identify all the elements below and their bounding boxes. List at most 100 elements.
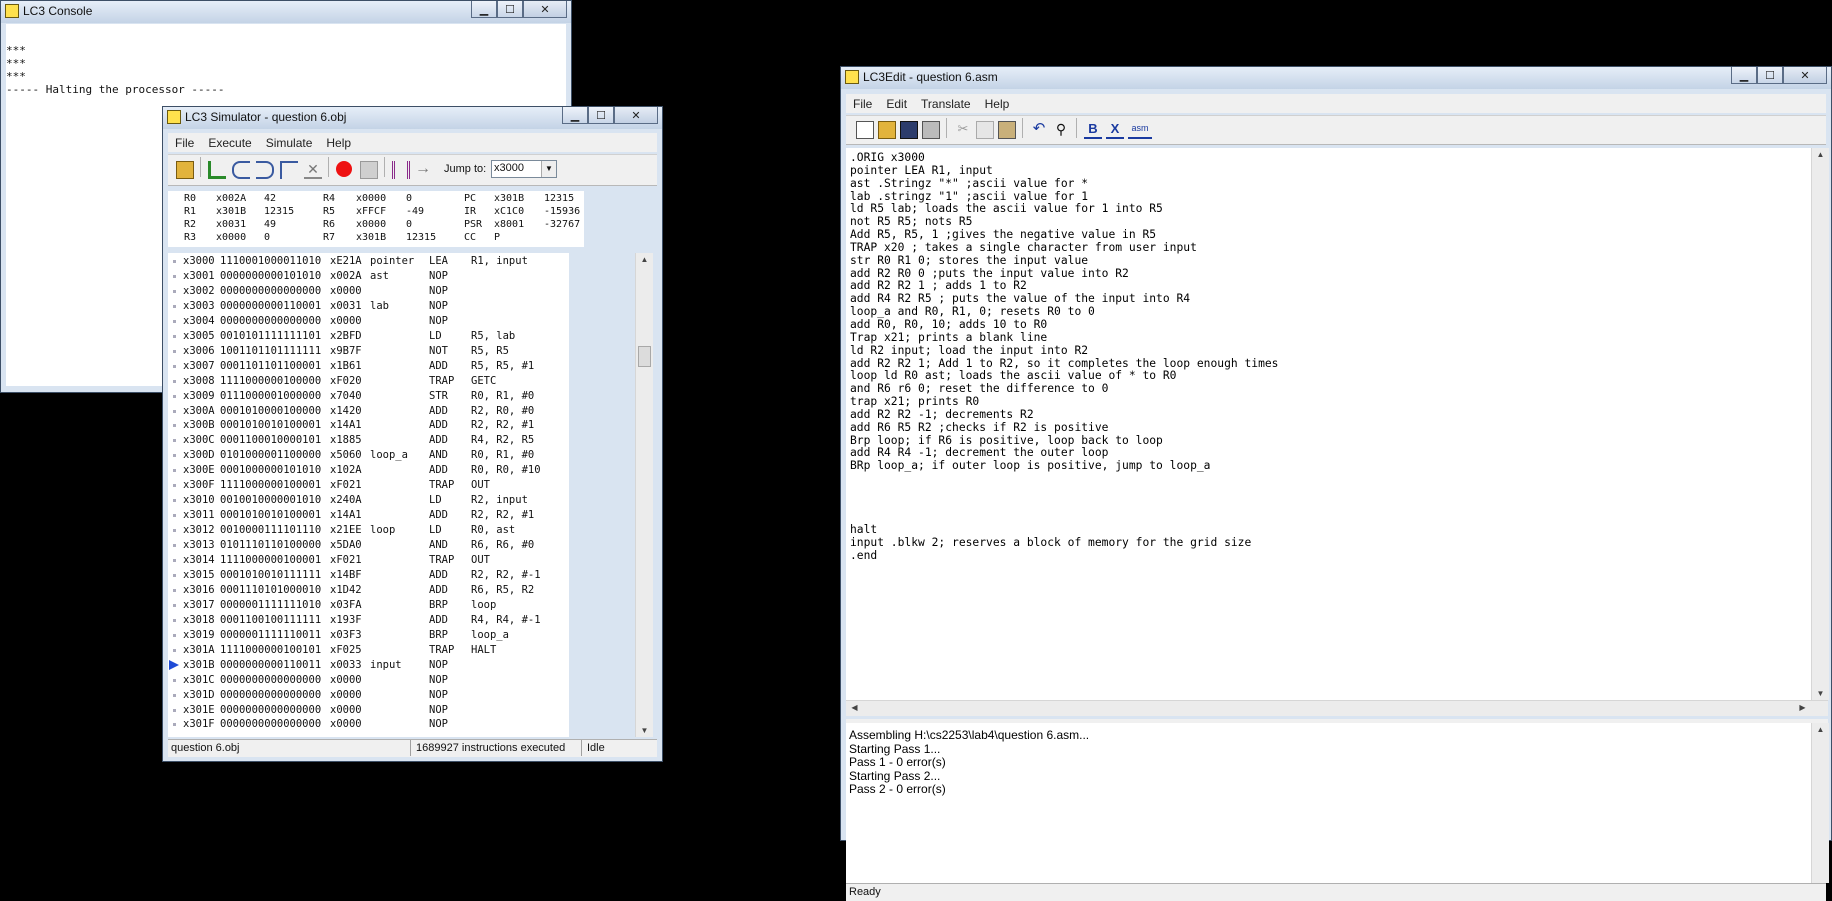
console-titlebar[interactable]: LC3 Console ▁ ☐ ✕: [1, 1, 571, 23]
set-value-icon[interactable]: [360, 161, 378, 179]
menu-help[interactable]: Help: [319, 136, 358, 150]
memory-row[interactable]: x3009 0111000001000000 x7040 STR R0, R1, #0: [168, 389, 569, 403]
breakpoint-slot-icon[interactable]: [173, 723, 176, 727]
memory-row[interactable]: x3002 0000000000000000 x0000 NOP: [168, 284, 569, 298]
register-cell[interactable]: P: [494, 232, 500, 243]
breakpoint-slot-icon[interactable]: [173, 633, 176, 637]
memory-row[interactable]: x3004 0000000000000000 x0000 NOP: [168, 314, 569, 328]
register-cell[interactable]: x0000: [216, 232, 246, 243]
output-pane[interactable]: Assembling H:\cs2253\lab4\question 6.asm…: [846, 723, 1811, 883]
memory-row[interactable]: x3014 1111000000100001 xF021 TRAP OUT: [168, 553, 569, 567]
output-vscroll[interactable]: ▲: [1811, 723, 1829, 883]
memory-row[interactable]: x3007 0001101101100001 x1B61 ADD R5, R5, #1: [168, 359, 569, 373]
memory-row[interactable]: x3019 0000001111110011 x03F3 BRP loop_a: [168, 628, 569, 642]
breakpoint-slot-icon[interactable]: [173, 274, 176, 278]
close-icon[interactable]: ✕: [523, 1, 567, 18]
breakpoint-slot-icon[interactable]: [173, 618, 176, 622]
register-cell[interactable]: xFFCF: [356, 206, 386, 217]
scroll-left-icon[interactable]: ◀: [846, 703, 863, 712]
menu-edit[interactable]: Edit: [879, 97, 914, 111]
print-icon[interactable]: [922, 121, 940, 139]
memory-row[interactable]: x3018 0001100100111111 x193F ADD R4, R4, #-1: [168, 613, 569, 627]
memory-row[interactable]: x300E 0001000000101010 x102A ADD R0, R0, #10: [168, 463, 569, 477]
memory-row[interactable]: x3003 0000000000110001 x0031 lab NOP: [168, 299, 569, 313]
register-cell[interactable]: xC1C0: [494, 206, 524, 217]
breakpoint-slot-icon[interactable]: [173, 648, 176, 652]
memory-row[interactable]: x3011 0001010010100001 x14A1 ADD R2, R2, #1: [168, 508, 569, 522]
breakpoint-slot-icon[interactable]: [173, 559, 176, 562]
scroll-right-icon[interactable]: ▶: [1794, 703, 1811, 712]
paste-icon[interactable]: [998, 121, 1016, 139]
stop-icon[interactable]: ✕: [304, 161, 322, 179]
step-out-icon[interactable]: [280, 161, 298, 179]
memory-row[interactable]: x3001 0000000000101010 x002A ast NOP: [168, 269, 569, 283]
menu-simulate[interactable]: Simulate: [259, 136, 320, 150]
goto-arrow-icon[interactable]: →: [414, 161, 432, 179]
register-cell[interactable]: x0031: [216, 219, 246, 230]
scroll-up-icon[interactable]: ▲: [1812, 725, 1829, 734]
breakpoint-slot-icon[interactable]: [173, 484, 176, 488]
editor-hscroll[interactable]: ◀ ▶: [846, 700, 1828, 716]
memory-row[interactable]: x3010 0010010000001010 x240A LD R2, input: [168, 493, 569, 507]
run-icon[interactable]: [208, 161, 226, 179]
register-cell[interactable]: x8001: [494, 219, 524, 230]
breakpoint-slot-icon[interactable]: [173, 469, 176, 473]
memory-row[interactable]: x3016 0001110101000010 x1D42 ADD R6, R5, R2: [168, 583, 569, 597]
maximize-icon[interactable]: ☐: [497, 1, 523, 18]
step-over-icon[interactable]: [232, 161, 250, 179]
memory-view[interactable]: x3000 1110001000011010 xE21A pointer LEA R1, …: [168, 253, 569, 737]
memory-row[interactable]: x3013 0101110110100000 x5DA0 AND R6, R6, #0: [168, 538, 569, 552]
minimize-icon[interactable]: ▁: [1731, 67, 1757, 84]
register-cell[interactable]: x301B: [494, 193, 524, 204]
breakpoint-slot-icon[interactable]: [173, 394, 176, 398]
register-cell[interactable]: x301B: [356, 232, 386, 243]
memory-row[interactable]: x3017 0000001111111010 x03FA BRP loop: [168, 598, 569, 612]
chevron-down-icon[interactable]: ▼: [541, 161, 556, 177]
breakpoint-slot-icon[interactable]: [173, 514, 176, 518]
memory-row[interactable]: x301F 0000000000000000 x0000 NOP: [168, 717, 569, 731]
memory-scrollbar[interactable]: ▲ ▼: [635, 253, 653, 737]
breakpoint-slot-icon[interactable]: [173, 499, 176, 503]
memory-row[interactable]: x3015 0001010010111111 x14BF ADD R2, R2, #-1: [168, 568, 569, 582]
breakpoint-slot-icon[interactable]: [173, 349, 176, 353]
memory-scroll-thumb[interactable]: [638, 346, 651, 367]
minimize-icon[interactable]: ▁: [562, 107, 588, 124]
cut-icon[interactable]: ✂: [954, 121, 972, 139]
menu-translate[interactable]: Translate: [914, 97, 978, 111]
simulator-titlebar[interactable]: LC3 Simulator - question 6.obj ▁ ☐ ✕: [163, 107, 662, 129]
register-cell[interactable]: x0000: [356, 193, 386, 204]
memory-row[interactable]: x3006 1001101101111111 x9B7F NOT R5, R5: [168, 344, 569, 358]
breakpoint-slot-icon[interactable]: [173, 424, 176, 428]
memory-row[interactable]: x301B 0000000000110011 x0033 input NOP: [168, 658, 569, 672]
breakpoint-slot-icon[interactable]: [173, 304, 176, 308]
scroll-down-icon[interactable]: ▼: [636, 726, 653, 735]
open-file-icon[interactable]: [878, 121, 896, 139]
pc-arrow-icon[interactable]: [169, 659, 179, 670]
register-cell[interactable]: x0000: [356, 219, 386, 230]
minimize-icon[interactable]: ▁: [471, 1, 497, 18]
register-cell[interactable]: x301B: [216, 206, 246, 217]
breakpoint-slot-icon[interactable]: [173, 364, 176, 368]
memory-row[interactable]: x3012 0010000111101110 x21EE loop LD R0, ast: [168, 523, 569, 537]
assemble-asm-icon[interactable]: asm: [1128, 121, 1152, 139]
memory-row[interactable]: x3000 1110001000011010 xE21A pointer LEA R1, …: [168, 254, 569, 268]
breakpoint-slot-icon[interactable]: [173, 708, 176, 712]
close-icon[interactable]: ✕: [1783, 67, 1827, 84]
assemble-binary-icon[interactable]: B: [1084, 121, 1102, 139]
copy-icon[interactable]: [976, 121, 994, 139]
breakpoint-slot-icon[interactable]: [173, 260, 176, 263]
memory-row[interactable]: x300B 0001010010100001 x14A1 ADD R2, R2, #1: [168, 418, 569, 432]
source-editor[interactable]: .ORIG x3000 pointer LEA R1, input ast .S…: [846, 148, 1811, 700]
breakpoint-slot-icon[interactable]: [173, 439, 176, 443]
assemble-hex-icon[interactable]: X: [1106, 121, 1124, 139]
memory-row[interactable]: x300F 1111000000100001 xF021 TRAP OUT: [168, 478, 569, 492]
register-cell[interactable]: x002A: [216, 193, 246, 204]
memory-row[interactable]: x301A 1111000000100101 xF025 TRAP HALT: [168, 643, 569, 657]
memory-row[interactable]: x300C 0001100010000101 x1885 ADD R4, R2, R5: [168, 433, 569, 447]
breakpoint-slot-icon[interactable]: [173, 678, 176, 682]
breakpoint-slot-icon[interactable]: [173, 454, 176, 458]
maximize-icon[interactable]: ☐: [1757, 67, 1783, 84]
editor-titlebar[interactable]: LC3Edit - question 6.asm ▁ ☐ ✕: [841, 67, 1831, 89]
breakpoint-slot-icon[interactable]: [173, 603, 176, 607]
scroll-up-icon[interactable]: ▲: [636, 255, 653, 264]
